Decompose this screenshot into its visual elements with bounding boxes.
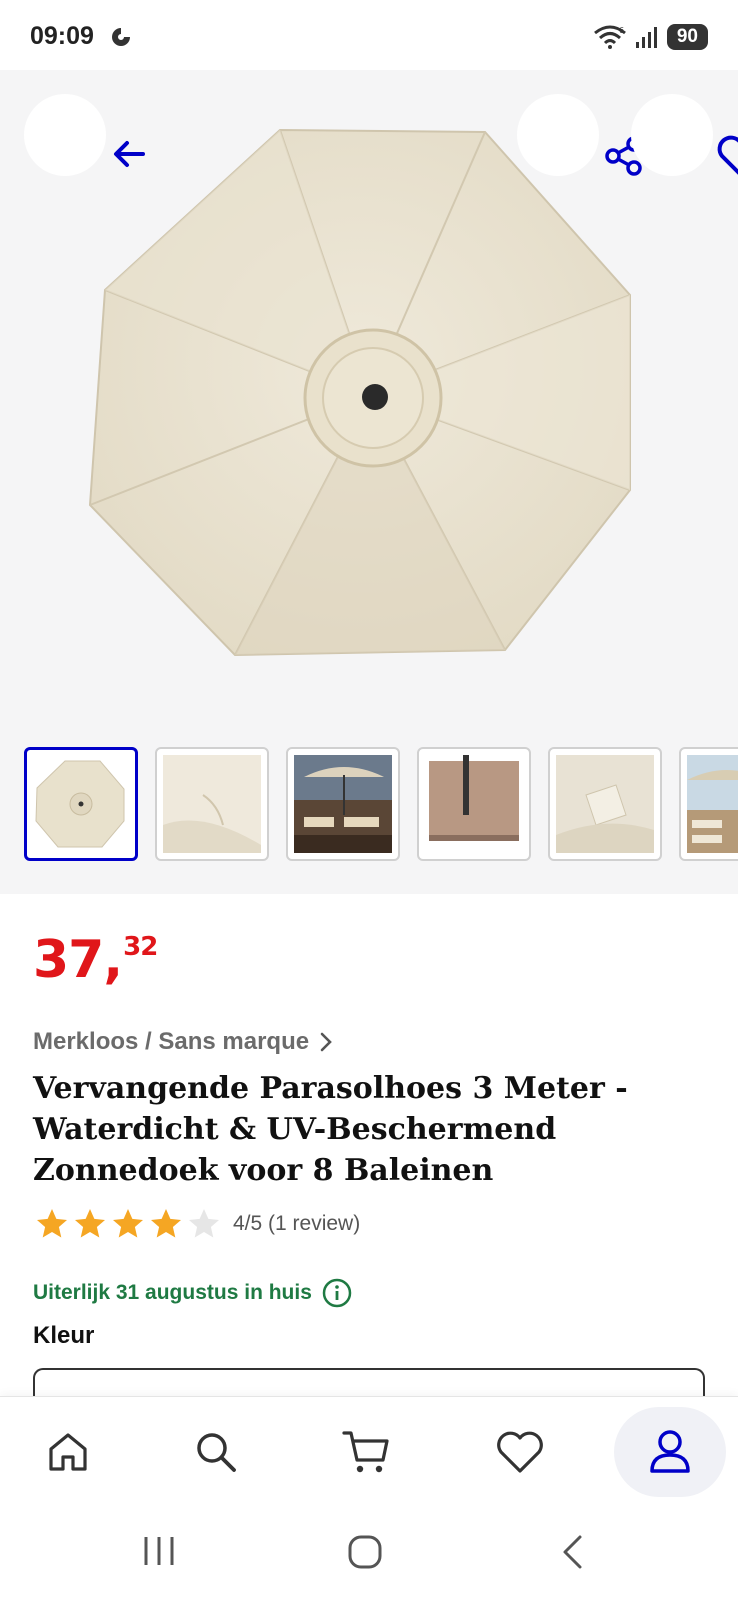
thumbnail-image — [556, 755, 654, 853]
cart-icon — [342, 1431, 389, 1473]
nav-home[interactable] — [28, 1407, 108, 1497]
system-back-button[interactable] — [558, 1534, 588, 1575]
nav-account[interactable] — [614, 1407, 726, 1497]
thumbnail-image — [425, 755, 523, 853]
brand-link[interactable]: Merkloos / Sans marque — [33, 1028, 333, 1056]
recent-apps-button[interactable] — [142, 1534, 178, 1573]
system-navigation — [0, 1508, 738, 1600]
nav-favorites[interactable] — [480, 1407, 560, 1497]
chevron-right-icon — [320, 1032, 332, 1052]
home-icon — [49, 1433, 87, 1471]
star-filled-icon — [37, 1209, 67, 1238]
price-whole: 37 — [33, 930, 104, 990]
price-separator: , — [103, 930, 123, 990]
arrow-left-icon — [114, 141, 145, 167]
thumbnail-image — [35, 760, 125, 848]
battery-indicator: 90 — [666, 24, 708, 50]
brand-label: Merkloos / Sans marque — [33, 1028, 310, 1055]
account-icon — [650, 1430, 690, 1473]
heart-outline-icon — [717, 135, 738, 175]
recent-apps-icon — [144, 1537, 174, 1565]
delivery-info: Uiterlijk 31 augustus in huis — [33, 1278, 352, 1308]
heart-icon — [497, 1431, 543, 1473]
thumbnail-image — [163, 755, 261, 853]
product-title: Vervangende Parasolhoes 3 Meter - Waterd… — [33, 1071, 628, 1188]
nav-cart[interactable] — [326, 1407, 406, 1497]
thumbnail-strip[interactable] — [24, 747, 738, 861]
network-badge: 6 — [619, 26, 624, 35]
price-cents: 32 — [123, 932, 158, 962]
thumbnail-poolside[interactable] — [679, 747, 738, 861]
umbrella-image — [88, 128, 631, 657]
back-button[interactable] — [24, 94, 145, 176]
status-time: 09:09 — [30, 22, 94, 50]
star-filled-icon — [75, 1209, 105, 1238]
bottom-navigation — [0, 1396, 738, 1508]
app-notification-icon — [112, 28, 130, 46]
thumbnail-umbrella-top-view[interactable] — [24, 747, 138, 861]
product-image[interactable] — [0, 70, 738, 730]
nav-search[interactable] — [176, 1407, 256, 1497]
thumbnail-image — [687, 755, 738, 853]
chevron-left-icon — [563, 1535, 582, 1569]
thumbnail-terrace-loungers[interactable] — [286, 747, 400, 861]
favorite-button[interactable] — [631, 94, 738, 176]
rating-text: 4/5 (1 review) — [233, 1212, 361, 1235]
signal-icon — [635, 27, 657, 48]
thumbnail-pole-detail[interactable] — [417, 747, 531, 861]
product-price: 37,32 — [33, 930, 158, 990]
thumbnail-image — [294, 755, 392, 853]
thumbnail-fabric-label[interactable] — [548, 747, 662, 861]
home-circle-icon — [348, 1535, 382, 1569]
wifi-icon: 6 — [593, 25, 626, 49]
star-filled-icon — [113, 1209, 143, 1238]
star-filled-icon — [151, 1209, 181, 1238]
search-icon — [197, 1433, 236, 1472]
star-empty-icon — [189, 1209, 219, 1238]
share-button[interactable] — [517, 94, 642, 176]
color-label: Kleur — [33, 1322, 95, 1349]
delivery-text: Uiterlijk 31 augustus in huis — [33, 1281, 312, 1304]
status-bar: 09:09 6 90 — [0, 0, 738, 70]
product-gallery — [0, 70, 738, 894]
home-system-button[interactable] — [347, 1534, 383, 1575]
info-icon[interactable] — [322, 1278, 352, 1308]
rating[interactable]: 4/5 (1 review) — [33, 1206, 360, 1242]
thumbnail-fabric-closeup[interactable] — [155, 747, 269, 861]
